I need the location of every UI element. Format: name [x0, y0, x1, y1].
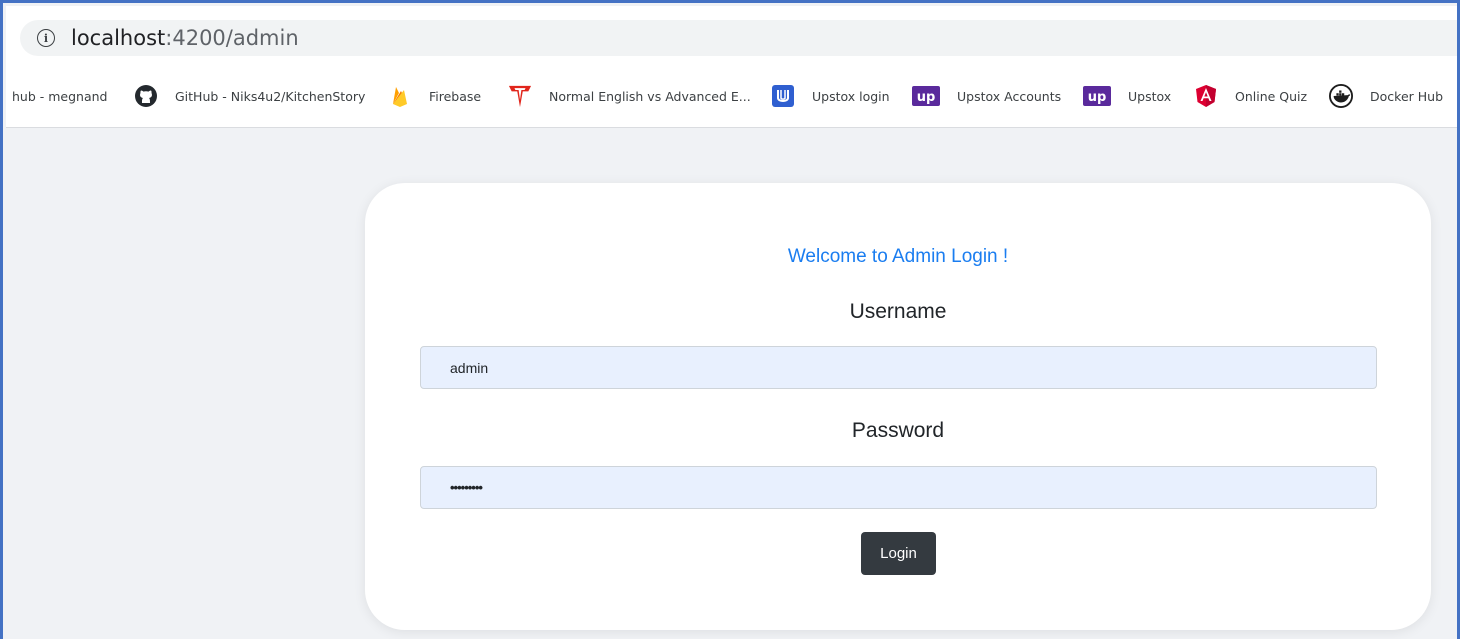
docker-icon — [1329, 84, 1353, 108]
red-t-icon — [508, 84, 532, 108]
url-field[interactable]: i localhost:4200/admin — [20, 20, 1457, 56]
bookmark-label: Online Quiz — [1235, 88, 1308, 104]
bookmark-upstox-accounts[interactable]: up Upstox Accounts — [912, 82, 1061, 110]
login-button[interactable]: Login — [861, 532, 936, 575]
bookmark-label: Normal English vs Advanced E... — [549, 88, 751, 104]
bookmark-upstox-login[interactable]: Upstox login — [771, 82, 890, 110]
browser-window: i localhost:4200/admin hub - megnand Git… — [0, 0, 1460, 639]
bookmark-upstox[interactable]: up Upstox — [1083, 82, 1171, 110]
bookmark-label: Docker Hub — [1370, 88, 1443, 104]
bookmark-hub-megnand[interactable]: hub - megnand — [12, 82, 107, 110]
password-field[interactable]: ••••••••• — [420, 466, 1377, 509]
svg-text:up: up — [1088, 90, 1107, 105]
upstox-u-icon — [771, 84, 795, 108]
bookmark-docker-hub[interactable]: Docker Hub — [1329, 82, 1443, 110]
bookmark-label: hub - megnand — [12, 88, 108, 104]
bookmark-label: Firebase — [429, 88, 482, 104]
bookmark-label: GitHub - Niks4u2/KitchenStory — [175, 88, 366, 104]
firebase-icon — [388, 84, 412, 108]
username-label: Username — [849, 300, 947, 323]
url-host: localhost — [71, 26, 166, 50]
bookmark-online-quiz[interactable]: Online Quiz — [1194, 82, 1307, 110]
bookmark-firebase[interactable]: Firebase — [388, 82, 481, 110]
upstox-up-icon: up — [1083, 84, 1111, 108]
info-icon[interactable]: i — [37, 29, 55, 47]
svg-text:up: up — [917, 90, 936, 105]
github-icon — [134, 84, 158, 108]
username-value: admin — [450, 359, 489, 376]
password-value: ••••••••• — [450, 480, 483, 495]
username-field[interactable]: admin — [420, 346, 1377, 389]
bookmark-label: Upstox — [1128, 88, 1172, 104]
bookmark-label: Upstox login — [812, 88, 890, 104]
bookmark-github[interactable]: GitHub - Niks4u2/KitchenStory — [134, 82, 365, 110]
url-text[interactable]: localhost:4200/admin — [71, 26, 299, 50]
angular-icon — [1194, 84, 1218, 108]
url-path: :4200/admin — [165, 26, 299, 50]
bookmarks-bar: hub - megnand GitHub - Niks4u2/KitchenSt… — [6, 64, 1457, 128]
bookmark-normal-english[interactable]: Normal English vs Advanced E... — [508, 82, 751, 110]
address-bar: i localhost:4200/admin — [6, 6, 1457, 64]
bookmark-label: Upstox Accounts — [957, 88, 1062, 104]
password-label: Password — [851, 419, 945, 442]
upstox-up-icon: up — [912, 84, 940, 108]
login-card: Welcome to Admin Login ! Username admin … — [365, 183, 1431, 630]
welcome-heading: Welcome to Admin Login ! — [787, 246, 1009, 267]
